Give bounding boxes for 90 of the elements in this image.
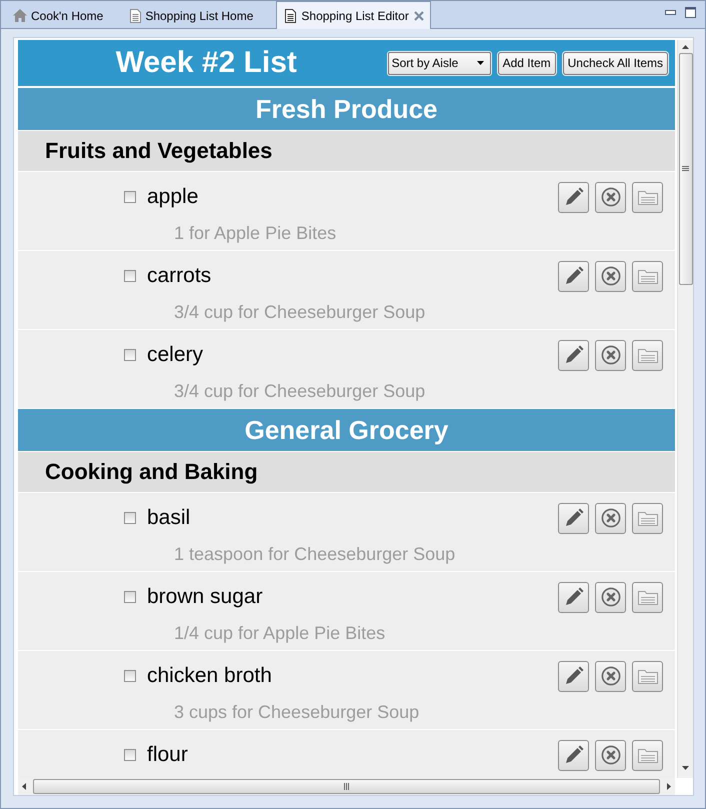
document-icon: [285, 8, 296, 22]
remove-button[interactable]: [595, 502, 626, 534]
circle-x-icon: [600, 187, 620, 207]
folder-icon: [638, 668, 658, 684]
item-detail: 3 cups for Cheeseburger Soup: [174, 701, 420, 723]
remove-button[interactable]: [595, 582, 626, 612]
item-detail: 1/4 cup for Apple Pie Bites: [174, 622, 386, 644]
item-name: basil: [147, 506, 190, 530]
circle-x-icon: [600, 745, 620, 765]
folder-icon: [638, 510, 658, 526]
circle-x-icon: [600, 266, 620, 286]
item-name: chicken broth: [147, 664, 272, 688]
scrollbar-thumb[interactable]: [678, 53, 692, 285]
pencil-icon: [564, 666, 584, 686]
grip-icon: [682, 166, 689, 172]
circle-x-icon: [600, 508, 620, 528]
checkbox[interactable]: [124, 270, 136, 282]
edit-button[interactable]: [558, 502, 589, 534]
remove-button[interactable]: [595, 660, 626, 692]
edit-button[interactable]: [558, 740, 589, 770]
item-detail: 1 for Apple Pie Bites: [174, 222, 338, 244]
checkbox[interactable]: [124, 670, 136, 682]
item-name: celery: [147, 343, 204, 367]
item-detail: 1 teaspoon for Cheeseburger Soup: [174, 543, 456, 565]
checkbox[interactable]: [124, 349, 136, 361]
category-header: Fruits and Vegetables: [18, 131, 675, 171]
item-detail: 3/4 cup for Cheeseburger Soup: [174, 380, 426, 402]
sort-dropdown[interactable]: Sort by Aisle: [388, 52, 491, 74]
folder-button[interactable]: [632, 340, 663, 370]
folder-button[interactable]: [632, 582, 663, 612]
circle-x-icon: [600, 666, 620, 686]
add-item-button[interactable]: Add Item: [498, 52, 556, 74]
remove-button[interactable]: [595, 340, 626, 370]
scroll-left-icon[interactable]: [22, 783, 26, 790]
document-icon: [130, 8, 142, 22]
scroll-up-icon[interactable]: [682, 45, 689, 49]
pencil-icon: [564, 508, 584, 528]
item-name: brown sugar: [147, 585, 263, 609]
uncheck-all-button[interactable]: Uncheck All Items: [562, 52, 668, 74]
folder-button[interactable]: [632, 740, 663, 770]
scrollbar-thumb[interactable]: [33, 779, 660, 794]
circle-x-icon: [600, 345, 620, 365]
folder-icon: [638, 347, 658, 363]
checkbox[interactable]: [124, 591, 136, 603]
item-name: flour: [147, 743, 188, 767]
checkbox[interactable]: [124, 749, 136, 761]
horizontal-scrollbar[interactable]: [18, 778, 675, 795]
folder-icon: [638, 268, 658, 284]
vertical-scrollbar[interactable]: [677, 40, 693, 778]
close-icon[interactable]: [414, 10, 424, 20]
section-header: General Grocery: [18, 409, 675, 451]
item-name: apple: [147, 185, 198, 209]
remove-button[interactable]: [595, 182, 626, 212]
remove-button[interactable]: [595, 740, 626, 770]
edit-button[interactable]: [558, 340, 589, 370]
folder-button[interactable]: [632, 502, 663, 534]
folder-button[interactable]: [632, 182, 663, 212]
circle-x-icon: [600, 587, 620, 607]
edit-button[interactable]: [558, 182, 589, 212]
caret-icon: [476, 61, 484, 65]
section-header: Fresh Produce: [18, 88, 675, 130]
pencil-icon: [564, 745, 584, 765]
tab[interactable]: Shopping List Editor: [276, 1, 431, 29]
folder-icon: [638, 589, 658, 605]
edit-button[interactable]: [558, 582, 589, 612]
checkbox[interactable]: [124, 191, 136, 203]
checkbox[interactable]: [124, 512, 136, 524]
remove-button[interactable]: [595, 260, 626, 292]
scroll-right-icon[interactable]: [667, 783, 671, 790]
tab[interactable]: Cook'n Home: [9, 2, 124, 28]
pencil-icon: [564, 587, 584, 607]
item-name: carrots: [147, 264, 212, 288]
list-title: Week #2 List: [114, 46, 298, 80]
folder-icon: [638, 747, 658, 763]
pencil-icon: [564, 266, 584, 286]
pencil-icon: [564, 345, 584, 365]
maximize-icon[interactable]: [685, 7, 696, 18]
minimize-icon[interactable]: [665, 10, 676, 15]
tab[interactable]: Shopping List Home: [126, 2, 274, 28]
scroll-down-icon[interactable]: [682, 766, 689, 770]
category-header: Cooking and Baking: [18, 452, 675, 492]
folder-icon: [638, 189, 658, 205]
edit-button[interactable]: [558, 260, 589, 292]
grip-icon: [344, 783, 350, 790]
folder-button[interactable]: [632, 660, 663, 692]
folder-button[interactable]: [632, 260, 663, 292]
edit-button[interactable]: [558, 660, 589, 692]
pencil-icon: [564, 187, 584, 207]
house-icon: [13, 9, 27, 22]
item-detail: 3/4 cup for Cheeseburger Soup: [174, 301, 426, 323]
